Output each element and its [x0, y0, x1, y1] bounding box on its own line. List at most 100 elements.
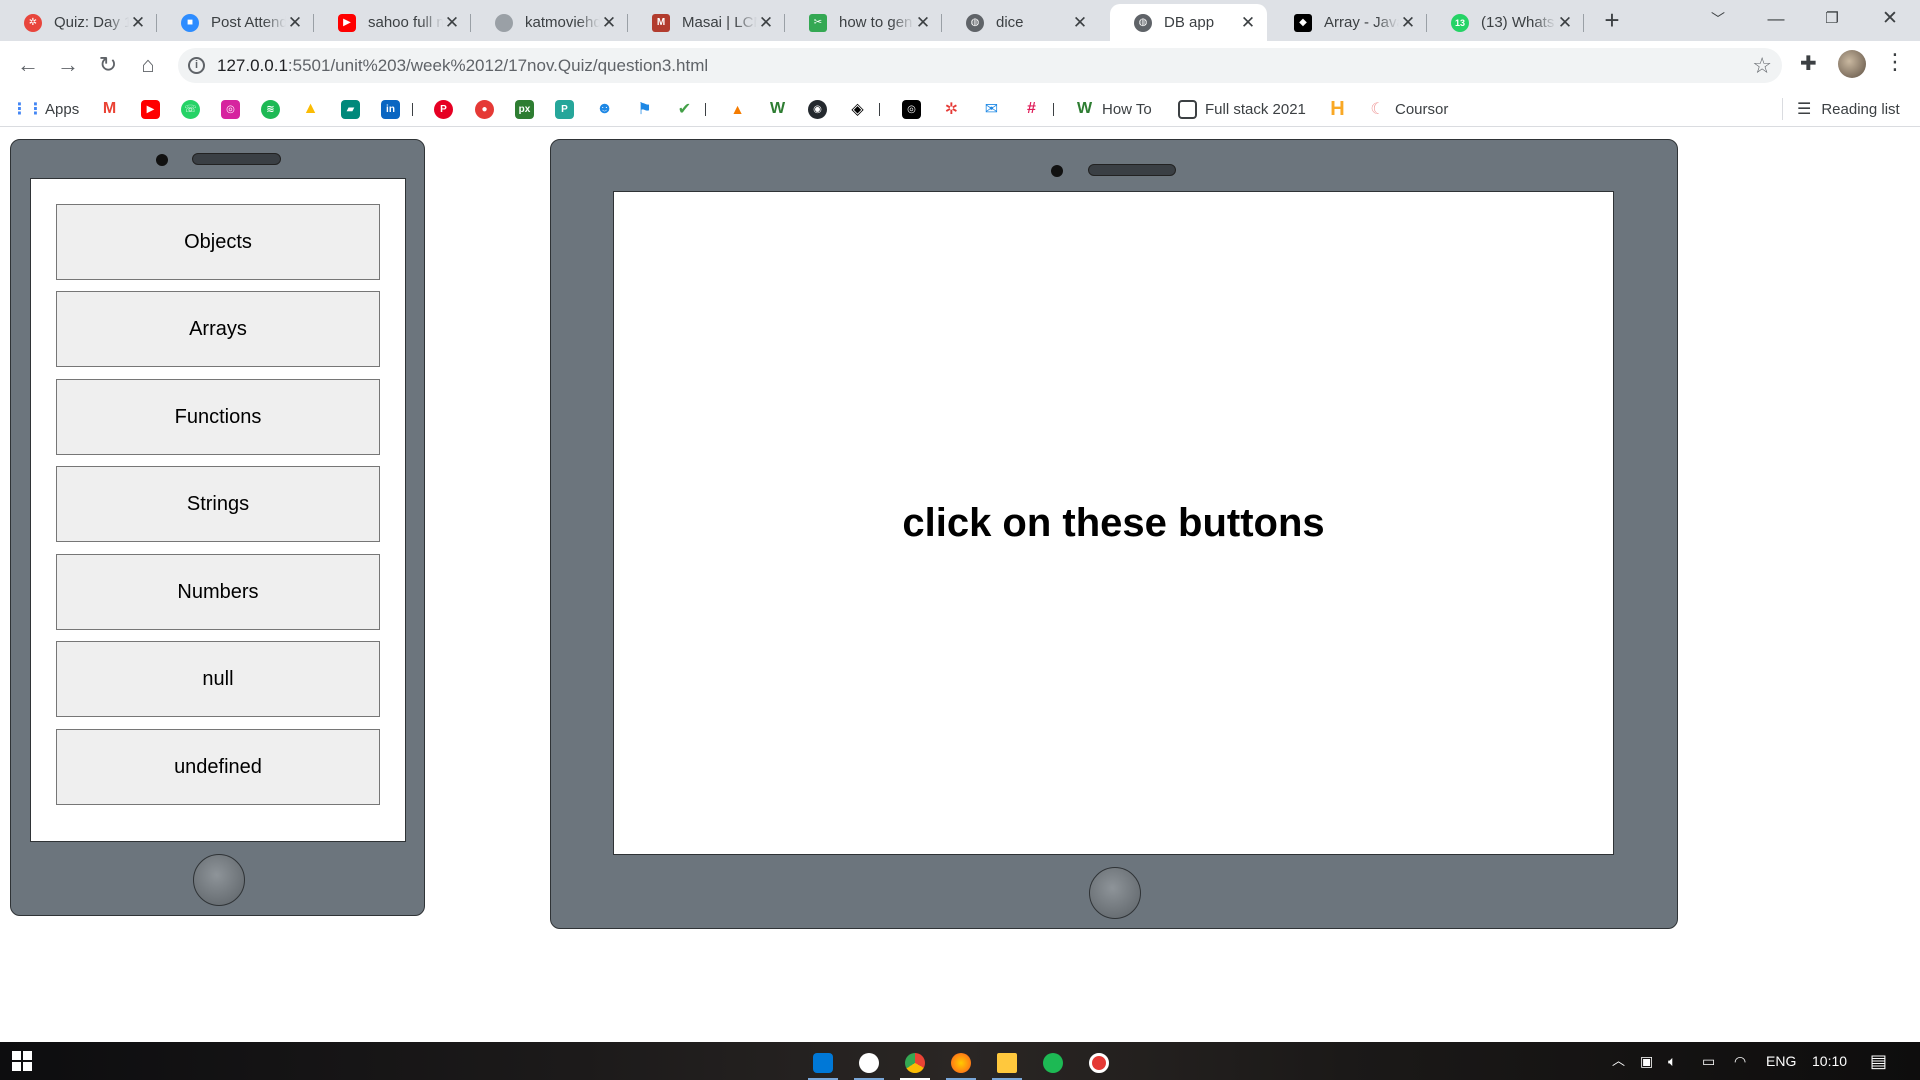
bookmark-slack[interactable]: #: [1022, 98, 1041, 120]
bookmark-h[interactable]: H: [1328, 98, 1347, 120]
tab-masai[interactable]: M Masai | LCM ✕: [628, 4, 785, 41]
bookmark-gear[interactable]: ✲: [942, 98, 961, 120]
reload-button[interactable]: ↻: [92, 49, 124, 81]
file-explorer-icon[interactable]: [987, 1046, 1027, 1080]
bookmark-p[interactable]: P: [555, 98, 574, 120]
firefox-icon[interactable]: [941, 1046, 981, 1080]
tab-dice[interactable]: ◍ dice ✕: [942, 4, 1099, 41]
spiral-icon: ◎: [902, 99, 921, 119]
profile-avatar[interactable]: [1838, 50, 1866, 78]
undefined-button[interactable]: undefined: [56, 729, 380, 805]
bookmark-linkedin[interactable]: in: [381, 98, 400, 120]
address-bar[interactable]: i 127.0.0.1:5501/unit%203/week%2012/17no…: [178, 48, 1782, 83]
tablet-frame: click on these buttons: [550, 139, 1678, 929]
bookmark-gmail[interactable]: M: [100, 98, 119, 120]
info-icon[interactable]: i: [188, 57, 205, 74]
tab-title: Quiz: Day 1: [54, 14, 129, 31]
tab-title: sahoo full m: [368, 14, 443, 31]
functions-button[interactable]: Functions: [56, 379, 380, 455]
language-indicator[interactable]: ENG: [1766, 1042, 1796, 1080]
null-button[interactable]: null: [56, 641, 380, 717]
close-icon[interactable]: ✕: [1071, 13, 1089, 33]
bookmark-whatsapp[interactable]: ☏: [181, 98, 200, 120]
bookmark-pixlr[interactable]: px: [515, 98, 534, 120]
drive-icon: ▲: [302, 100, 319, 117]
arrays-button[interactable]: Arrays: [56, 291, 380, 367]
bookmark-label: Apps: [45, 100, 80, 118]
tab-how-to-gen[interactable]: ✂ how to gen ✕: [785, 4, 942, 41]
reading-list-button[interactable]: ☰ Reading list: [1782, 98, 1900, 120]
tab-katmovie[interactable]: katmoviehd ✕: [471, 4, 628, 41]
wifi-icon[interactable]: ◠: [1734, 1042, 1746, 1080]
extensions-puzzle-icon[interactable]: ✚: [1800, 51, 1817, 76]
windows-start-icon[interactable]: [12, 1051, 32, 1071]
close-icon[interactable]: ✕: [757, 13, 775, 33]
tab-youtube[interactable]: ▶ sahoo full m ✕: [314, 4, 471, 41]
bookmark-how-to[interactable]: W How To: [1075, 98, 1152, 120]
close-icon[interactable]: ✕: [914, 13, 932, 33]
vscode-icon[interactable]: [803, 1046, 843, 1080]
bookmark-spiral[interactable]: ◎: [902, 98, 921, 120]
bookmark-github[interactable]: ◉: [808, 98, 827, 120]
close-icon[interactable]: ✕: [600, 13, 618, 33]
bookmark-instagram[interactable]: ◎: [221, 98, 240, 120]
screen-recorder-icon[interactable]: [1079, 1046, 1119, 1080]
bookmark-mail[interactable]: ✉: [982, 98, 1001, 120]
tablet-speaker: [1088, 164, 1176, 176]
tab-whatsapp[interactable]: 13 (13) Whats ✕: [1427, 4, 1584, 41]
zoom-icon: ■: [181, 13, 199, 32]
globe-icon: ◍: [1134, 13, 1152, 32]
bookmark-coursor[interactable]: ☾ Coursor: [1368, 98, 1448, 120]
bookmark-pinterest[interactable]: P: [434, 98, 453, 120]
tray-app-icon[interactable]: ▣: [1640, 1042, 1653, 1080]
objects-button[interactable]: Objects: [56, 204, 380, 280]
bookmark-star-icon[interactable]: ☆: [1752, 53, 1772, 79]
bookmark-full-stack[interactable]: Full stack 2021: [1178, 98, 1306, 120]
bookmark-apps[interactable]: ⋮⋮ Apps: [12, 98, 80, 120]
tray-chevron-icon[interactable]: ︿: [1612, 1042, 1625, 1080]
minimize-button[interactable]: —: [1748, 0, 1804, 41]
close-icon[interactable]: ✕: [1399, 13, 1417, 33]
clock[interactable]: 10:10: [1812, 1042, 1847, 1080]
close-icon[interactable]: ✕: [1239, 13, 1257, 33]
bookmark-pma[interactable]: ▲: [728, 98, 747, 120]
tab-post-attend[interactable]: ■ Post Attend ✕: [157, 4, 314, 41]
menu-dots-icon[interactable]: ⋮: [1884, 49, 1906, 75]
volume-icon[interactable]: 🔈︎: [1668, 1042, 1676, 1080]
tab-db-app[interactable]: ◍ DB app ✕: [1110, 4, 1267, 41]
numbers-button[interactable]: Numbers: [56, 554, 380, 630]
bookmark-opera[interactable]: ●: [475, 98, 494, 120]
bookmark-meet[interactable]: ▰: [341, 98, 360, 120]
spotify-icon[interactable]: [1033, 1046, 1073, 1080]
back-button[interactable]: ←: [12, 49, 44, 81]
pixlr-icon: px: [515, 99, 534, 119]
masai-icon: M: [652, 13, 670, 32]
home-button[interactable]: ⌂: [132, 49, 164, 81]
bookmark-check[interactable]: ✔: [675, 98, 694, 120]
battery-icon[interactable]: ▭: [1702, 1042, 1715, 1080]
bookmark-drive[interactable]: ▲: [301, 98, 320, 120]
restore-button[interactable]: ❐: [1804, 0, 1860, 41]
gear-icon: ✲: [944, 101, 959, 118]
close-icon[interactable]: ✕: [1556, 13, 1574, 33]
bookmark-w[interactable]: W: [768, 98, 787, 120]
close-icon[interactable]: ✕: [129, 13, 147, 33]
close-icon[interactable]: ✕: [443, 13, 461, 33]
tab-quiz[interactable]: ✲ Quiz: Day 1 ✕: [0, 4, 157, 41]
bookmark-youtube[interactable]: ▶: [141, 98, 160, 120]
url-text[interactable]: 127.0.0.1:5501/unit%203/week%2012/17nov.…: [217, 56, 708, 76]
strings-button[interactable]: Strings: [56, 466, 380, 542]
bookmark-codepen[interactable]: ◈: [848, 98, 867, 120]
bookmark-robot[interactable]: ☻: [595, 98, 614, 120]
window-close-button[interactable]: ✕: [1862, 0, 1918, 41]
notifications-icon[interactable]: ▤: [1870, 1042, 1887, 1080]
bookmark-flag[interactable]: ⚑: [635, 98, 654, 120]
bookmark-spotify[interactable]: ≋: [261, 98, 280, 120]
close-icon[interactable]: ✕: [286, 13, 304, 33]
new-tab-button[interactable]: +: [1597, 6, 1627, 36]
tab-array-java[interactable]: ◆ Array - Java ✕: [1270, 4, 1427, 41]
forward-button[interactable]: →: [52, 49, 84, 81]
tab-search-icon[interactable]: ﹀: [1690, 0, 1746, 41]
chrome-icon[interactable]: [895, 1046, 935, 1080]
slack-icon[interactable]: [849, 1046, 889, 1080]
